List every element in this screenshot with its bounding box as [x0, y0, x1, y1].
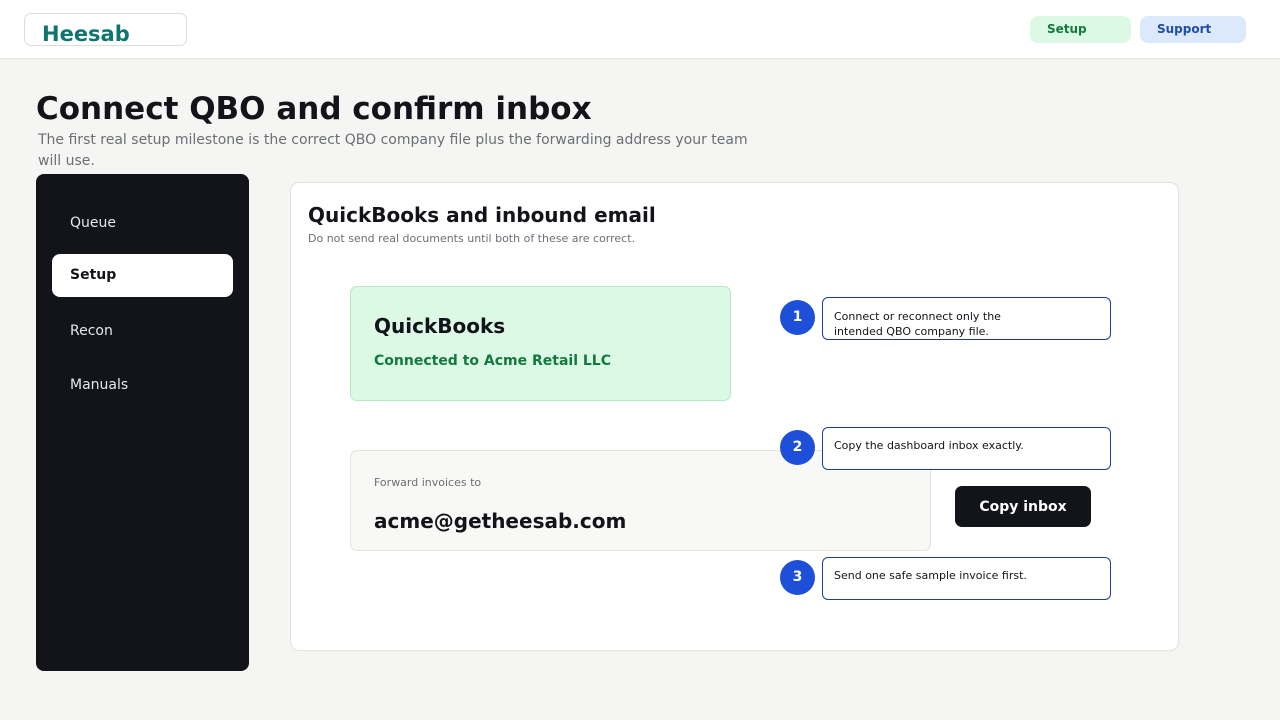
card-title: QuickBooks and inbound email [308, 203, 656, 227]
page-subtitle: The first real setup milestone is the co… [38, 132, 748, 169]
support-button[interactable]: Support [1140, 16, 1246, 43]
card-subtitle: Do not send real documents until both of… [308, 232, 636, 245]
step-1-badge: 1 [780, 300, 815, 335]
setup-card: QuickBooks and inbound email Do not send… [290, 182, 1179, 651]
step-3-text: Send one safe sample invoice first. [834, 569, 1027, 582]
step-1-text: Connect or reconnect only the intended Q… [834, 310, 1001, 338]
step-2-badge: 2 [780, 430, 815, 465]
step-3-badge: 3 [780, 560, 815, 595]
quickbooks-connection-status: Connected to Acme Retail LLC [374, 353, 611, 369]
forward-email-address[interactable]: acme@getheesab.com [374, 509, 626, 533]
step-3-callout: Send one safe sample invoice first. [822, 557, 1111, 600]
sidebar-item-queue[interactable]: Queue [52, 202, 233, 245]
logo-text: Heesab [42, 22, 130, 46]
logo[interactable]: Heesab [24, 13, 187, 46]
step-1-callout: Connect or reconnect only the intended Q… [822, 297, 1111, 340]
top-bar: Heesab Setup Support [0, 0, 1280, 59]
sidebar: Queue Setup Recon Manuals [36, 174, 249, 671]
step-2-callout: Copy the dashboard inbox exactly. [822, 427, 1111, 470]
forward-label: Forward invoices to [374, 476, 482, 489]
sidebar-item-manuals[interactable]: Manuals [52, 364, 233, 407]
setup-button[interactable]: Setup [1030, 16, 1131, 43]
sidebar-item-recon[interactable]: Recon [52, 310, 233, 353]
quickbooks-title: QuickBooks [374, 314, 506, 338]
copy-inbox-button[interactable]: Copy inbox [955, 486, 1091, 527]
page-title: Connect QBO and confirm inbox [36, 91, 592, 127]
step-2-text: Copy the dashboard inbox exactly. [834, 439, 1024, 452]
quickbooks-status-panel: QuickBooks Connected to Acme Retail LLC [350, 286, 731, 401]
sidebar-item-setup[interactable]: Setup [52, 254, 233, 297]
